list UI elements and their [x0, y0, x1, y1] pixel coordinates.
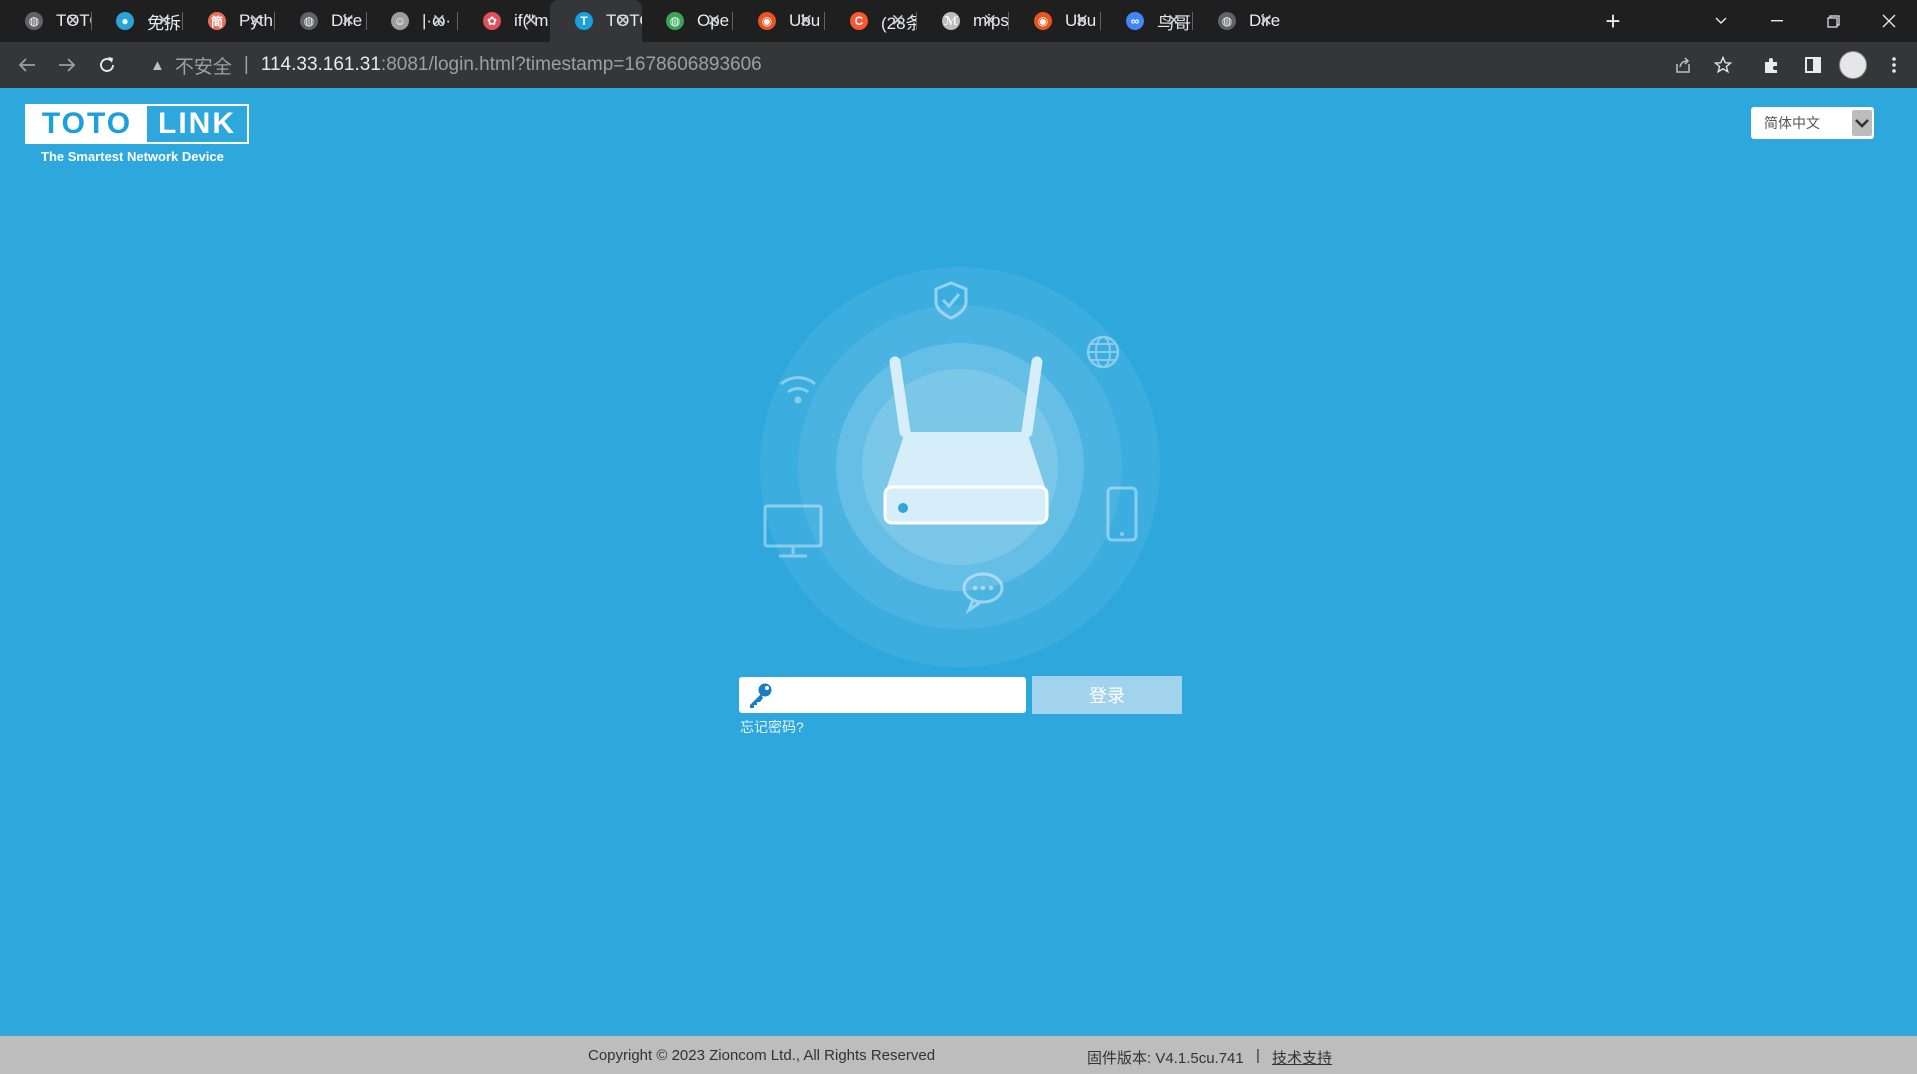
- login-button[interactable]: 登录: [1032, 676, 1182, 714]
- tab-7[interactable]: ◍ Ope ✕: [641, 0, 733, 42]
- tab-2[interactable]: 简 Pyth ✕: [183, 0, 275, 42]
- support-link[interactable]: 技术支持: [1272, 1047, 1332, 1068]
- forgot-password-link[interactable]: 忘记密码?: [740, 717, 804, 737]
- tab-8[interactable]: ◉ Ubu ✕: [733, 0, 825, 42]
- bookmark-star-icon[interactable]: [1708, 42, 1738, 88]
- browser-toolbar: ▲ 不安全 | 114.33.161.31:8081/login.html?ti…: [0, 42, 1917, 88]
- avatar-icon: ☺: [391, 12, 409, 30]
- ubuntu-icon: ◉: [1034, 12, 1052, 30]
- flower-icon: ✿: [483, 12, 501, 30]
- tab-close-icon[interactable]: ✕: [707, 0, 721, 42]
- tab-9[interactable]: C (28条 ✕: [825, 0, 917, 42]
- csdn-icon: C: [850, 12, 868, 30]
- reload-icon[interactable]: [92, 42, 122, 88]
- tab-3[interactable]: ◍ Dire ✕: [275, 0, 367, 42]
- password-field[interactable]: [739, 677, 1026, 713]
- tab-5[interactable]: ✿ if("m ✕: [458, 0, 550, 42]
- logo-tagline: The Smartest Network Device: [41, 149, 224, 164]
- script-icon: ℳ: [942, 12, 960, 30]
- language-select[interactable]: 简体中文: [1751, 107, 1874, 139]
- jianshu-icon: 简: [208, 12, 226, 30]
- insecure-label[interactable]: 不安全: [175, 52, 232, 79]
- tab-close-icon[interactable]: ✕: [341, 0, 355, 42]
- ubuntu-icon: ◉: [758, 12, 776, 30]
- tab-close-icon[interactable]: ✕: [891, 0, 905, 42]
- tab-search-icon[interactable]: [1693, 0, 1749, 42]
- chevron-down-icon[interactable]: [1852, 110, 1872, 136]
- tab-12[interactable]: ∞ 鸟哥 ✕: [1101, 0, 1193, 42]
- logo-brand-right: LINK: [158, 107, 236, 140]
- url-host[interactable]: 114.33.161.31: [261, 54, 381, 76]
- extensions-icon[interactable]: [1757, 42, 1787, 88]
- globe-icon: ◍: [25, 12, 43, 30]
- url-separator: |: [243, 54, 249, 75]
- tab-10[interactable]: ℳmips ✕: [917, 0, 1009, 42]
- tab-close-icon[interactable]: ✕: [432, 0, 446, 42]
- back-icon[interactable]: [12, 42, 42, 88]
- tab-close-icon[interactable]: ✕: [66, 0, 80, 42]
- tab-close-icon[interactable]: ✕: [1075, 0, 1089, 42]
- infinity-icon: ∞: [1126, 12, 1144, 30]
- tab-4[interactable]: ☺ |·ω· ✕: [366, 0, 458, 42]
- side-panel-icon[interactable]: [1798, 42, 1828, 88]
- tab-13[interactable]: ◍ Dire ✕: [1193, 0, 1285, 42]
- tab-close-icon[interactable]: ✕: [1167, 0, 1181, 42]
- tab-close-icon[interactable]: ✕: [799, 0, 813, 42]
- tab-close-icon[interactable]: ✕: [1259, 0, 1273, 42]
- tab-1[interactable]: ● 免拆 ✕: [91, 0, 183, 42]
- close-window-icon[interactable]: [1861, 0, 1917, 42]
- browser-tab-strip: ◍TOTO✕●免拆✕简Pyth✕◍Dire✕☺|·ω·✕✿if("m✕TTOTO…: [0, 0, 1917, 42]
- menu-icon[interactable]: [1879, 42, 1909, 88]
- router-illustration: [755, 262, 1165, 677]
- totolink-logo: TOTO LINK The Smartest Network Device: [25, 104, 249, 164]
- new-tab-button[interactable]: +: [1598, 0, 1628, 42]
- url-path[interactable]: :8081/login.html?timestamp=1678606893606: [381, 54, 762, 76]
- tab-close-icon[interactable]: ✕: [983, 0, 997, 42]
- tab-close-icon[interactable]: ✕: [249, 0, 263, 42]
- firmware-version: 固件版本: V4.1.5cu.741: [1087, 1050, 1244, 1067]
- tab-11[interactable]: ◉ Ubu ✕: [1009, 0, 1101, 42]
- tab-close-icon[interactable]: ✕: [616, 0, 630, 42]
- password-input[interactable]: [779, 681, 1023, 711]
- openwrt-icon: ◍: [666, 12, 684, 30]
- tab-0[interactable]: ◍TOTO✕: [0, 0, 92, 42]
- copyright-text: Copyright © 2023 Zioncom Ltd., All Right…: [588, 1047, 936, 1064]
- blue-circle-icon: ●: [116, 12, 134, 30]
- footer: Copyright © 2023 Zioncom Ltd., All Right…: [0, 1036, 1917, 1074]
- restore-icon[interactable]: [1805, 0, 1861, 42]
- totolink-t-icon: T: [575, 12, 593, 30]
- tab-6[interactable]: TTOTO✕: [550, 0, 642, 42]
- address-bar[interactable]: ▲ 不安全 | 114.33.161.31:8081/login.html?ti…: [150, 42, 762, 88]
- profile-avatar-icon[interactable]: [1838, 42, 1868, 88]
- footer-separator: |: [1256, 1047, 1260, 1064]
- key-icon: [746, 681, 774, 714]
- logo-brand-left: TOTO: [27, 106, 147, 142]
- tab-close-icon[interactable]: ✕: [524, 0, 538, 42]
- globe-icon: ◍: [300, 12, 318, 30]
- globe-icon: ◍: [1218, 12, 1236, 30]
- minimize-icon[interactable]: [1749, 0, 1805, 42]
- tab-close-icon[interactable]: ✕: [157, 0, 171, 42]
- warning-icon[interactable]: ▲: [150, 57, 165, 74]
- language-selected: 简体中文: [1764, 115, 1820, 131]
- forward-icon[interactable]: [52, 42, 82, 88]
- share-icon[interactable]: [1668, 42, 1698, 88]
